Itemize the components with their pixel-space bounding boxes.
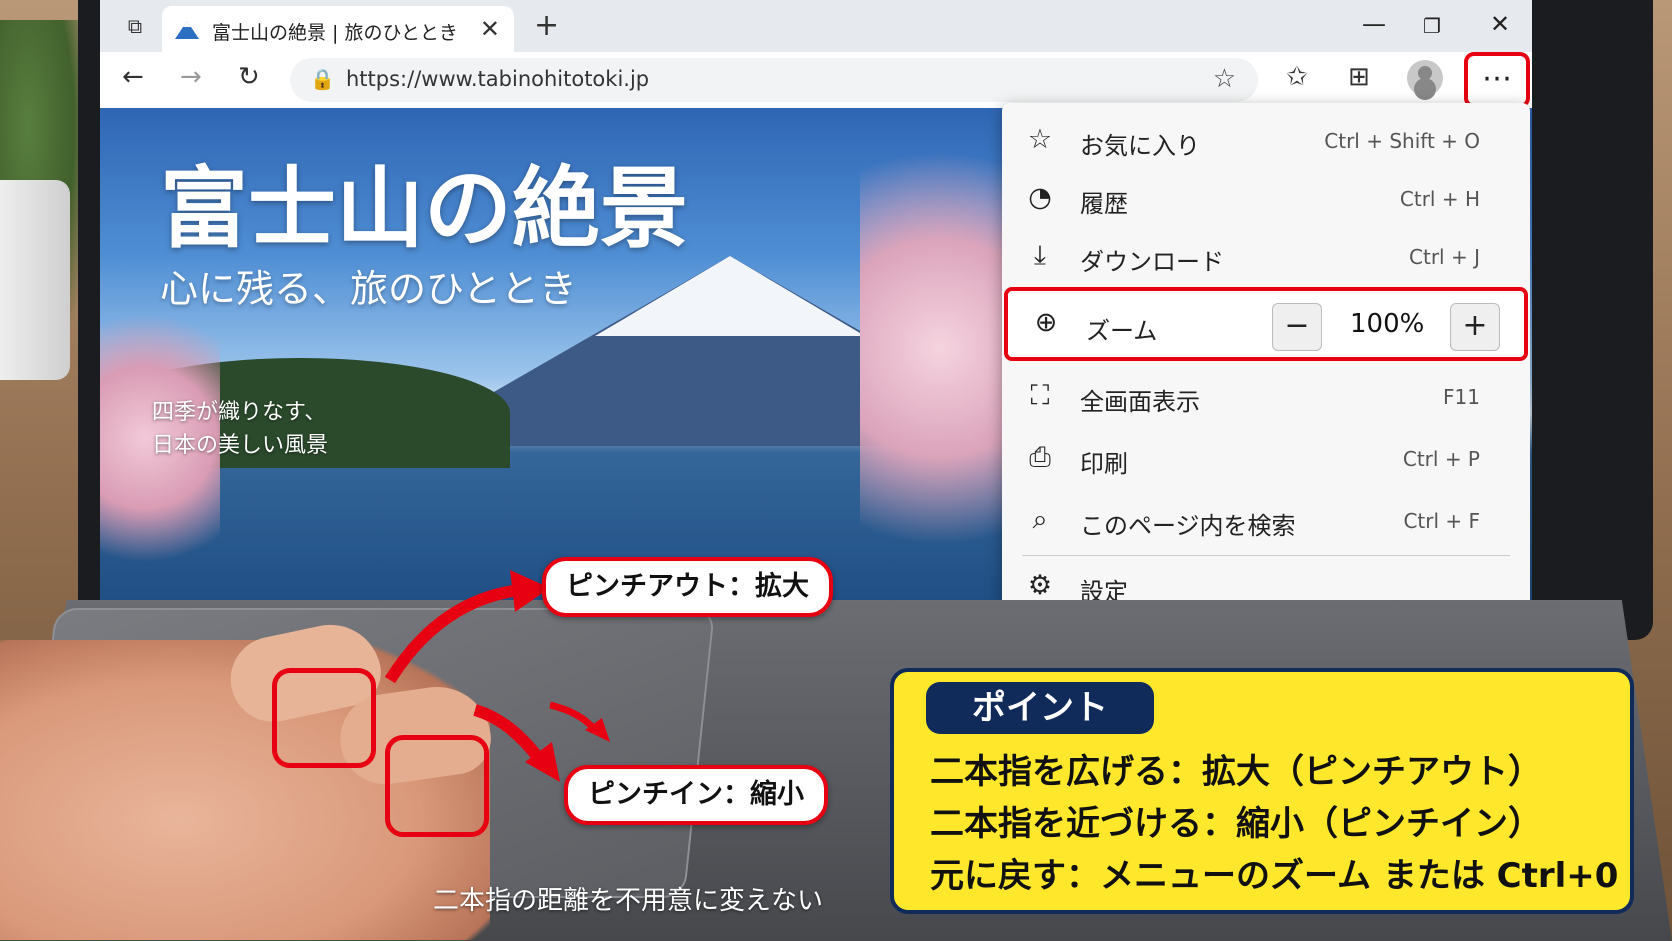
menu-item-label: 履歴 <box>1080 190 1128 218</box>
back-arrow-icon[interactable]: ← <box>122 62 144 92</box>
gear-icon: ⚙ <box>1027 570 1053 600</box>
plant-pot <box>0 180 70 380</box>
menu-item-favorites[interactable]: ☆ お気に入り Ctrl + Shift + O <box>1002 113 1530 169</box>
reload-icon[interactable]: ↻ <box>238 62 260 92</box>
menu-item-label: 印刷 <box>1080 450 1128 478</box>
zoom-out-button[interactable]: − <box>1272 303 1322 351</box>
hero-subtitle: 心に残る、旅のひととき <box>160 267 577 311</box>
finger-highlight-1 <box>272 668 376 768</box>
collections-icon[interactable]: ⊞ <box>1348 62 1370 92</box>
star-icon: ☆ <box>1027 124 1053 155</box>
mountain-favicon-icon <box>175 21 199 39</box>
window-close-icon[interactable]: ✕ <box>1490 10 1510 38</box>
menu-item-label: このページ内を検索 <box>1080 512 1296 540</box>
nav-bar: ← → ↻ 🔒 https://www.tabinohitotoki.jp ☆ … <box>100 52 1532 109</box>
menu-item-label: 設定 <box>1080 578 1128 600</box>
more-menu-button[interactable]: ⋯ <box>1464 52 1530 108</box>
fullscreen-icon: ⛶ <box>1030 380 1050 411</box>
hero-note: 四季が織りなす、 日本の美しい風景 <box>152 396 328 462</box>
mount-fuji-snowcap <box>595 256 865 336</box>
url-text: https://www.tabinohitotoki.jp <box>346 67 650 91</box>
menu-item-label: お気に入り <box>1080 132 1200 160</box>
hero-note-line2: 日本の美しい風景 <box>152 433 329 458</box>
point-line-1: 二本指を広げる：拡大（ピンチアウト） <box>930 752 1542 792</box>
new-tab-button[interactable]: + <box>534 8 559 43</box>
menu-item-downloads[interactable]: ⤓ ダウンロード Ctrl + J <box>1002 229 1530 285</box>
point-box: ポイント 二本指を広げる：拡大（ピンチアウト） 二本指を近づける：縮小（ピンチイ… <box>890 668 1634 914</box>
menu-item-label: ダウンロード <box>1080 248 1224 276</box>
menu-item-settings[interactable]: ⚙ 設定 <box>1002 559 1530 600</box>
zoom-in-button[interactable]: + <box>1450 303 1500 351</box>
forward-arrow-icon[interactable]: → <box>180 62 202 92</box>
history-icon: ◔ <box>1028 182 1052 213</box>
browser-menu: ☆ お気に入り Ctrl + Shift + O ◔ 履歴 Ctrl + H ⤓… <box>1002 103 1530 600</box>
menu-item-history[interactable]: ◔ 履歴 Ctrl + H <box>1002 171 1530 227</box>
pinch-out-label: ピンチアウト：拡大 <box>542 557 833 617</box>
zoom-label: ズーム <box>1086 317 1158 345</box>
menu-item-shortcut: F11 <box>1443 385 1480 409</box>
tab-title: 富士山の絶景 | 旅のひととき <box>212 22 458 44</box>
favorite-star-icon[interactable]: ☆ <box>1213 64 1236 94</box>
minimize-icon[interactable]: — <box>1362 10 1386 38</box>
tab-actions-icon[interactable]: ⧉ <box>122 13 148 39</box>
menu-item-print[interactable]: ⎙ 印刷 Ctrl + P <box>1002 431 1530 487</box>
menu-item-shortcut: Ctrl + P <box>1402 447 1480 471</box>
hero-title: 富士山の絶景 <box>160 157 689 260</box>
tab-bar: ⧉ 富士山の絶景 | 旅のひととき ✕ + — ❐ ✕ <box>100 0 1532 52</box>
menu-item-shortcut: Ctrl + Shift + O <box>1324 129 1480 153</box>
hero-note-line1: 四季が織りなす、 <box>152 400 327 425</box>
tab-close-icon[interactable]: ✕ <box>480 15 500 43</box>
menu-item-fullscreen[interactable]: ⛶ 全画面表示 F11 <box>1002 369 1530 425</box>
lock-icon: 🔒 <box>310 67 335 91</box>
zoom-level: 100% <box>1350 309 1425 339</box>
menu-item-label: 全画面表示 <box>1080 388 1200 416</box>
restore-icon[interactable]: ❐ <box>1423 14 1441 38</box>
printer-icon: ⎙ <box>1029 442 1051 473</box>
tab-active[interactable]: 富士山の絶景 | 旅のひととき ✕ <box>162 6 514 52</box>
cherry-blossoms-right <box>860 88 1020 600</box>
caption: 二本指の距離を不用意に変えない <box>433 886 824 916</box>
favorites-icon[interactable]: ✩ <box>1286 62 1308 92</box>
menu-item-shortcut: Ctrl + H <box>1399 187 1480 211</box>
laptop-screen: ⧉ 富士山の絶景 | 旅のひととき ✕ + — ❐ ✕ ← → ↻ 🔒 http… <box>100 0 1532 600</box>
address-bar[interactable]: 🔒 https://www.tabinohitotoki.jp ☆ <box>290 58 1258 102</box>
point-title: ポイント <box>926 682 1154 734</box>
menu-item-zoom: ⊕ ズーム − 100% + <box>1004 287 1528 361</box>
menu-item-shortcut: Ctrl + F <box>1403 509 1480 533</box>
profile-avatar[interactable] <box>1407 60 1443 96</box>
search-icon: ⌕ <box>1032 504 1048 535</box>
download-icon: ⤓ <box>1034 240 1046 271</box>
zoom-icon: ⊕ <box>1034 307 1058 338</box>
point-line-2: 二本指を近づける：縮小（ピンチイン） <box>930 804 1542 844</box>
pinch-in-label: ピンチイン：縮小 <box>564 765 828 825</box>
pinch-out-arrow-icon <box>384 570 550 684</box>
menu-item-shortcut: Ctrl + J <box>1409 245 1480 269</box>
point-line-3: 元に戻す：メニューのズーム または Ctrl+0 <box>930 856 1619 896</box>
menu-item-find[interactable]: ⌕ このページ内を検索 Ctrl + F <box>1002 493 1530 549</box>
menu-divider <box>1022 555 1510 556</box>
